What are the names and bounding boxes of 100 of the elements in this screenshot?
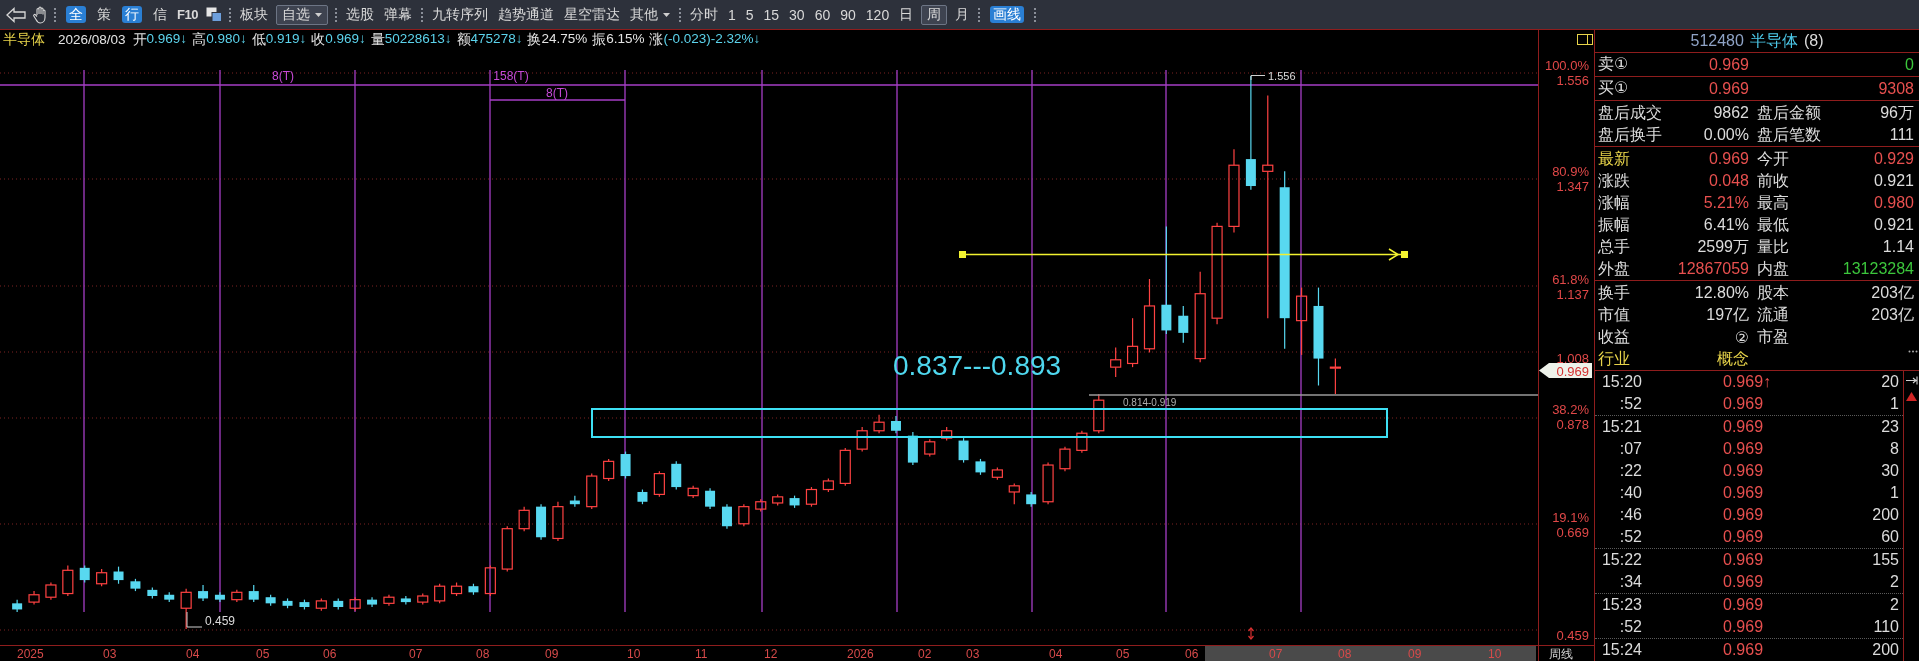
- stat-value: 6.41%: [1703, 216, 1749, 234]
- axis-date-label: 09: [1408, 647, 1422, 661]
- axis-date-label: 09: [545, 647, 559, 661]
- current-price-tag: 0.969: [1539, 363, 1592, 379]
- toolbar-button[interactable]: 策: [95, 4, 113, 25]
- tick-volume: 23: [1881, 418, 1899, 436]
- toolbar-button[interactable]: 30: [787, 4, 807, 25]
- toolbar-button[interactable]: 15: [761, 4, 782, 25]
- stat-value: 13123284: [1842, 260, 1914, 278]
- tick-time: 15:20: [1601, 373, 1642, 391]
- axis-date-label: 05: [256, 647, 270, 661]
- axis-date-label: 07: [409, 647, 423, 661]
- tick-price: 0.969: [1723, 596, 1764, 614]
- axis-date-label: 04: [186, 647, 200, 661]
- axis-price-label: 0.669: [1556, 524, 1589, 540]
- stat-value: 197亿: [1706, 304, 1749, 325]
- order-label: 买①: [1598, 78, 1629, 98]
- tick-time: 15:24: [1601, 641, 1642, 659]
- toolbar-button[interactable]: 120: [863, 4, 892, 25]
- tick-time: 15:21: [1601, 418, 1642, 436]
- back-icon[interactable]: [6, 6, 26, 23]
- panel-toggle-icon[interactable]: [1577, 34, 1593, 45]
- field-value: 0.969↓: [146, 30, 188, 48]
- toolbar-button[interactable]: F10: [175, 4, 200, 25]
- toolbar-button[interactable]: 板块: [237, 4, 270, 25]
- axis-date-label: 03: [966, 647, 980, 661]
- axis-date-label: 12: [764, 647, 778, 661]
- order-price: 0.969: [1708, 79, 1749, 98]
- tick-price: 0.969↑: [1723, 373, 1772, 391]
- toolbar-button[interactable]: 日: [897, 4, 916, 25]
- stat-label: 市盈: [1757, 326, 1789, 347]
- toolbar-button[interactable]: 画线: [990, 6, 1025, 23]
- toolbar-button[interactable]: 1: [725, 4, 738, 25]
- hand-icon[interactable]: [32, 5, 47, 24]
- toolbar-button[interactable]: 信: [151, 4, 169, 25]
- axis-date-label: 06: [323, 647, 337, 661]
- stat-label: 振幅: [1598, 214, 1630, 235]
- stat-label: 收益: [1598, 326, 1630, 347]
- axis-date-label: 04: [1049, 647, 1063, 661]
- field-label: 量: [370, 30, 385, 49]
- axis-price-label: 1.137: [1556, 286, 1589, 302]
- order-volume: 9308: [1878, 79, 1914, 98]
- toolbar-button[interactable]: 行: [122, 6, 142, 23]
- stat-value: 0.929: [1873, 150, 1914, 168]
- stat-value: 0.980: [1873, 194, 1914, 212]
- field-value: 6.15%: [606, 30, 645, 48]
- stat-label: 涨幅: [1598, 192, 1630, 213]
- toolbar-button[interactable]: 周: [921, 4, 948, 25]
- stat-label: 量比: [1757, 236, 1789, 257]
- toolbar-button[interactable]: 月: [953, 4, 972, 25]
- field-label: 换: [527, 30, 542, 49]
- dropdown-button[interactable]: 其他: [627, 4, 672, 25]
- tick-volume: 2: [1890, 573, 1899, 591]
- axis-date-label: 06: [1185, 647, 1199, 661]
- stat-label: 总手: [1598, 236, 1630, 257]
- tick-time: :22: [1619, 462, 1642, 480]
- tick-price: 0.969: [1723, 618, 1764, 636]
- stacked-windows-icon[interactable]: [205, 7, 222, 22]
- toolbar-button[interactable]: 趋势通道: [495, 4, 556, 25]
- stat-label: 今开: [1757, 148, 1789, 169]
- caret-icon: [662, 12, 670, 17]
- toolbar-button[interactable]: 星空雷达: [561, 4, 622, 25]
- leader-line: [1250, 75, 1266, 81]
- stat-value: 0.048: [1708, 172, 1749, 190]
- axis-date-label: 05: [1116, 647, 1130, 661]
- toolbar-button[interactable]: 弹幕: [381, 4, 414, 25]
- triangle-icon[interactable]: [1906, 392, 1917, 401]
- toolbar-button[interactable]: 九转序列: [429, 4, 490, 25]
- cycle-label: 158(T): [493, 69, 529, 83]
- toolbar-button[interactable]: 分时: [687, 4, 720, 25]
- axis-date-label: 10: [1488, 647, 1502, 661]
- caret-icon: [314, 12, 322, 17]
- security-name: 半导体: [3, 30, 45, 49]
- stat-label: 最低: [1757, 214, 1789, 235]
- tick-volume: 110: [1873, 618, 1899, 636]
- toolbar-button[interactable]: 全: [66, 6, 86, 23]
- axis-percent-label: 38.2%: [1552, 401, 1589, 417]
- arrow-to-bar-icon[interactable]: [1905, 376, 1918, 385]
- stat-label: 换手: [1598, 282, 1630, 303]
- security-code: 512480: [1690, 32, 1744, 50]
- toolbar-button[interactable]: 90: [838, 4, 858, 25]
- toolbar-button[interactable]: 60: [812, 4, 833, 25]
- axis-price-label: 1.556: [1556, 72, 1589, 88]
- axis-percent-label: 19.1%: [1552, 509, 1589, 525]
- tick-time: :34: [1619, 573, 1642, 591]
- more-icon[interactable]: [1908, 350, 1918, 353]
- field-value: 0.969↓: [325, 30, 366, 48]
- stat-value: 0.921: [1873, 216, 1914, 234]
- tick-volume: 60: [1881, 528, 1899, 546]
- tick-time: :40: [1619, 484, 1642, 502]
- dropdown-button[interactable]: 自选: [275, 4, 328, 25]
- axis-price-label: 1.008: [1556, 350, 1589, 366]
- toolbar-button[interactable]: 选股: [343, 4, 376, 25]
- toolbar-button[interactable]: 5: [743, 4, 756, 25]
- marker-icon: [1247, 627, 1255, 640]
- quote-date: 2026/08/03: [58, 32, 126, 47]
- stat-value: 12.80%: [1694, 284, 1749, 302]
- field-label: 额: [456, 30, 471, 49]
- stat-value: 203亿: [1871, 282, 1914, 303]
- axis-date-label: 11: [695, 647, 708, 661]
